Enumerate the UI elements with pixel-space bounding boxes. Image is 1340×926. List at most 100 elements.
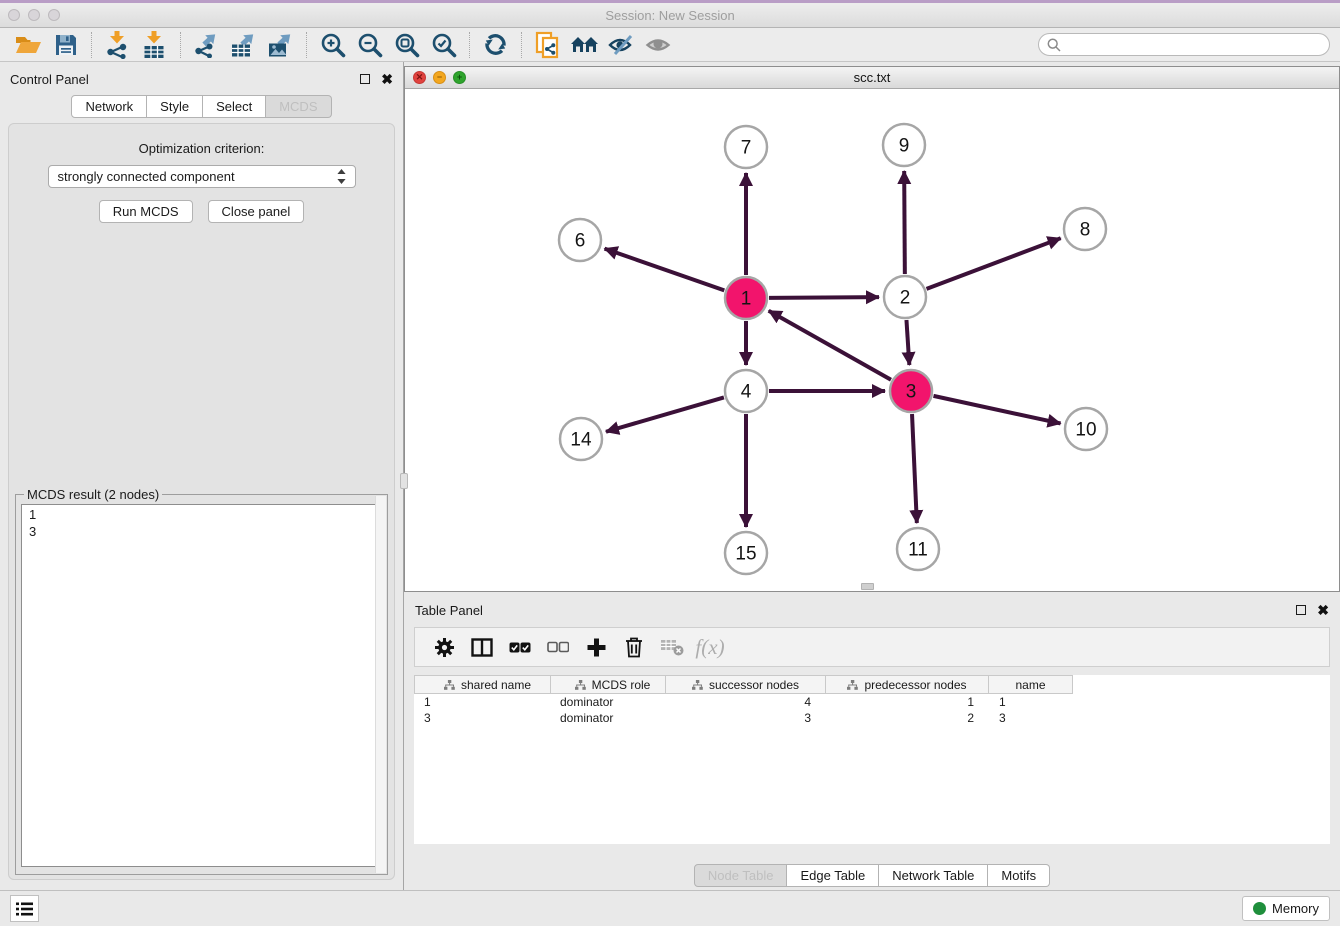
graph-edge-1-6[interactable] xyxy=(605,249,725,291)
import-table-button[interactable] xyxy=(136,30,173,60)
open-file-button[interactable] xyxy=(10,30,47,60)
select-all-icon xyxy=(509,641,531,654)
table-tabs: Node Table Edge Table Network Table Moti… xyxy=(404,864,1340,887)
network-minimize-button[interactable]: − xyxy=(433,71,446,84)
delete-column-button[interactable] xyxy=(615,630,653,664)
tab-node-table[interactable]: Node Table xyxy=(694,864,788,887)
panel-divider-grip[interactable] xyxy=(400,473,408,489)
graph-edge-2-3[interactable] xyxy=(906,320,909,365)
network-maximize-button[interactable]: + xyxy=(453,71,466,84)
export-network-button[interactable] xyxy=(188,30,225,60)
control-panel-title: Control Panel xyxy=(10,72,89,87)
add-column-button[interactable] xyxy=(577,630,615,664)
cell-successor-nodes[interactable]: 3 xyxy=(666,711,826,725)
column-header-mcds-role[interactable]: MCDS role xyxy=(551,675,666,694)
function-builder-button[interactable]: f(x) xyxy=(691,630,729,664)
tab-network[interactable]: Network xyxy=(71,95,147,118)
column-header-predecessor-nodes[interactable]: predecessor nodes xyxy=(826,675,989,694)
close-panel-button[interactable]: Close panel xyxy=(208,200,305,223)
graph-node-label: 8 xyxy=(1080,220,1091,241)
deselect-all-button[interactable] xyxy=(539,630,577,664)
tab-select[interactable]: Select xyxy=(203,95,266,118)
memory-button[interactable]: Memory xyxy=(1242,896,1330,921)
column-header-name[interactable]: name xyxy=(989,675,1073,694)
run-mcds-button[interactable]: Run MCDS xyxy=(99,200,193,223)
toolbar-separator xyxy=(180,32,181,58)
mcds-result-text[interactable]: 1 3 xyxy=(21,504,382,867)
network-canvas[interactable]: 7968124314101511 xyxy=(405,89,1339,591)
close-table-panel-icon[interactable]: ✖ xyxy=(1317,605,1329,615)
export-table-button[interactable] xyxy=(225,30,262,60)
graph-edge-4-14[interactable] xyxy=(606,397,724,431)
export-image-button[interactable] xyxy=(262,30,299,60)
close-panel-icon[interactable]: ✖ xyxy=(381,74,393,84)
copy-network-icon xyxy=(535,31,561,59)
refresh-network-button[interactable] xyxy=(477,30,514,60)
table-panel-title: Table Panel xyxy=(415,603,483,618)
show-eye-icon xyxy=(645,34,672,56)
table-settings-button[interactable] xyxy=(425,630,463,664)
maximize-window-button[interactable] xyxy=(48,9,60,21)
graph-edge-3-11[interactable] xyxy=(912,414,917,523)
graph-edge-2-9[interactable] xyxy=(904,171,905,274)
select-all-button[interactable] xyxy=(501,630,539,664)
zoom-in-button[interactable] xyxy=(314,30,351,60)
import-table-icon xyxy=(142,31,167,59)
show-columns-button[interactable] xyxy=(463,630,501,664)
show-all-button[interactable] xyxy=(640,30,677,60)
cell-name[interactable]: 3 xyxy=(989,711,1073,725)
hide-selected-button[interactable] xyxy=(603,30,640,60)
tree-icon xyxy=(575,680,586,690)
tab-style[interactable]: Style xyxy=(147,95,203,118)
cell-successor-nodes[interactable]: 4 xyxy=(666,695,826,709)
minimize-window-button[interactable] xyxy=(28,9,40,21)
network-close-button[interactable]: ✕ xyxy=(413,71,426,84)
graph-edge-1-2[interactable] xyxy=(769,297,879,298)
tab-edge-table[interactable]: Edge Table xyxy=(787,864,879,887)
network-graph[interactable]: 7968124314101511 xyxy=(405,89,1335,591)
cell-mcds-role[interactable]: dominator xyxy=(551,711,666,725)
canvas-resize-grip[interactable] xyxy=(861,583,874,590)
table-row[interactable]: 1 dominator 4 1 1 xyxy=(414,694,1330,710)
optimization-label: Optimization criterion: xyxy=(139,141,265,156)
cell-predecessor-nodes[interactable]: 2 xyxy=(826,711,989,725)
optimization-select[interactable]: strongly connected component xyxy=(48,165,356,188)
search-field[interactable] xyxy=(1038,33,1330,56)
column-header-shared-name[interactable]: shared name xyxy=(414,675,551,694)
trash-icon xyxy=(624,636,644,658)
tab-motifs[interactable]: Motifs xyxy=(988,864,1050,887)
column-header-successor-nodes[interactable]: successor nodes xyxy=(666,675,826,694)
status-bar: Memory xyxy=(0,890,1340,926)
float-panel-icon[interactable] xyxy=(360,74,370,84)
float-table-panel-icon[interactable] xyxy=(1296,605,1306,615)
result-scrollbar[interactable] xyxy=(375,496,386,873)
save-session-button[interactable] xyxy=(47,30,84,60)
graph-node-label: 3 xyxy=(906,382,917,403)
deselect-all-icon xyxy=(547,641,569,653)
graph-edge-2-8[interactable] xyxy=(927,238,1061,289)
tab-network-table[interactable]: Network Table xyxy=(879,864,988,887)
cell-name[interactable]: 1 xyxy=(989,695,1073,709)
zoom-selected-button[interactable] xyxy=(425,30,462,60)
graph-edge-3-10[interactable] xyxy=(933,396,1060,424)
zoom-fit-button[interactable] xyxy=(388,30,425,60)
cell-shared-name[interactable]: 1 xyxy=(414,695,551,709)
cell-shared-name[interactable]: 3 xyxy=(414,711,551,725)
task-history-button[interactable] xyxy=(10,895,39,922)
cell-mcds-role[interactable]: dominator xyxy=(551,695,666,709)
cell-predecessor-nodes[interactable]: 1 xyxy=(826,695,989,709)
tab-mcds[interactable]: MCDS xyxy=(266,95,331,118)
delete-table-button[interactable] xyxy=(653,630,691,664)
mcds-result-box: MCDS result (2 nodes) 1 3 xyxy=(15,494,388,875)
first-neighbors-button[interactable] xyxy=(566,30,603,60)
graph-node-label: 9 xyxy=(899,136,910,157)
table-row[interactable]: 3 dominator 3 2 3 xyxy=(414,710,1330,726)
network-window: ✕ − + scc.txt 7968124314101511 xyxy=(404,66,1340,592)
zoom-out-button[interactable] xyxy=(351,30,388,60)
import-network-button[interactable] xyxy=(99,30,136,60)
search-input[interactable] xyxy=(1067,37,1321,52)
houses-icon xyxy=(570,33,600,57)
copy-network-button[interactable] xyxy=(529,30,566,60)
close-window-button[interactable] xyxy=(8,9,20,21)
graph-edge-3-1[interactable] xyxy=(769,311,891,380)
